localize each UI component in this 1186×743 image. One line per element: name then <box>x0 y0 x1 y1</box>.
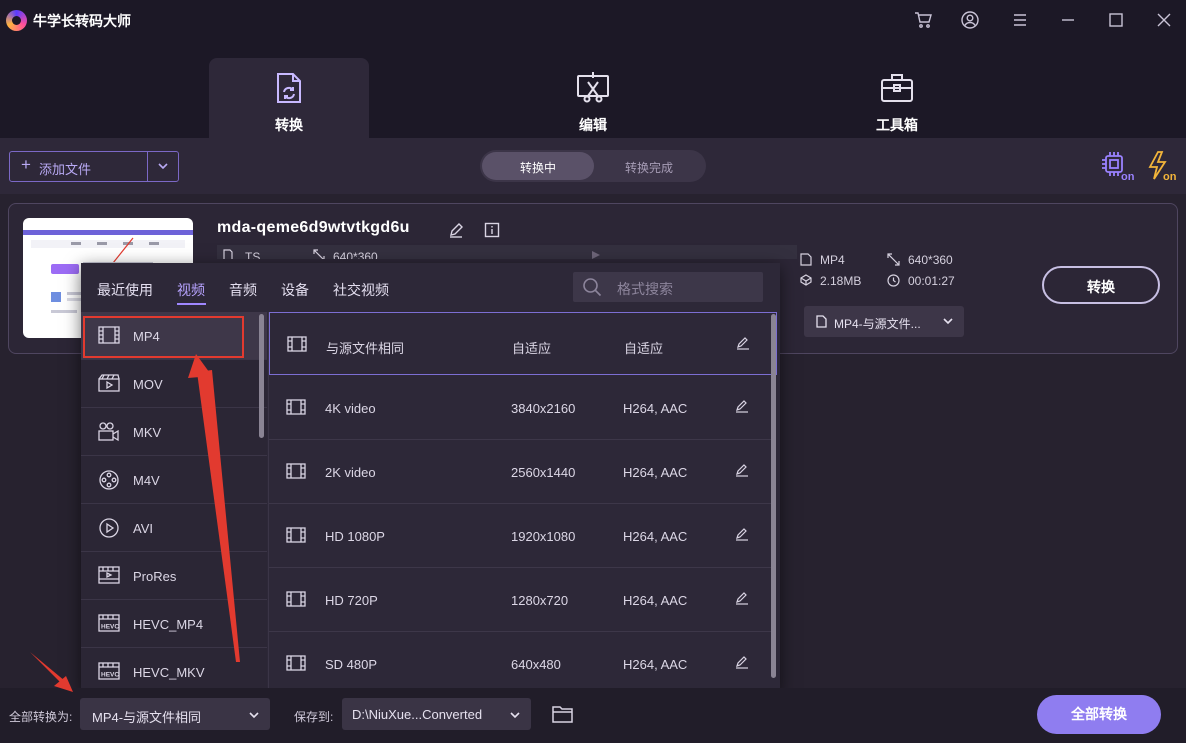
annotation-arrows <box>0 0 1186 743</box>
